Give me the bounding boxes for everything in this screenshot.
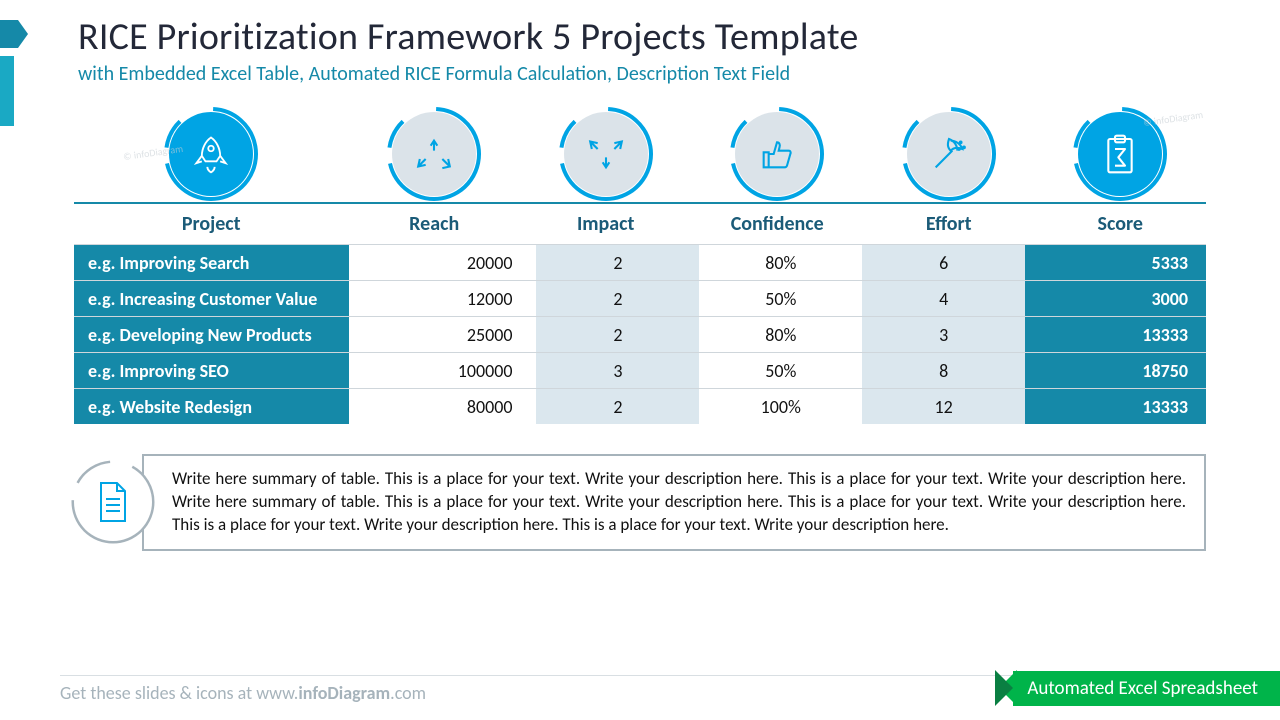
table-row: e.g. Developing New Products25000280%313… (74, 316, 1206, 352)
corner-tab (0, 20, 18, 48)
column-header-score: Score (1034, 212, 1206, 236)
rice-table: © infoDiagram © infoDiagram ProjectReachI… (74, 102, 1206, 424)
thumbs-up-icon (735, 112, 819, 196)
header-separator (74, 202, 1206, 204)
impact-cell: 2 (536, 317, 699, 352)
column-icon-project: © infoDiagram (74, 102, 348, 202)
pickaxe-icon (907, 112, 991, 196)
impact-cell: 2 (536, 281, 699, 316)
reach-cell: 12000 (350, 281, 537, 316)
column-icon-score: © infoDiagram (1034, 102, 1206, 202)
footer-prefix: Get these slides & icons at www. (60, 682, 298, 704)
table-row: e.g. Increasing Customer Value12000250%4… (74, 280, 1206, 316)
confidence-cell: 80% (699, 317, 862, 352)
confidence-cell: 50% (699, 353, 862, 388)
reach-cell: 80000 (350, 389, 537, 424)
reach-cell: 20000 (350, 245, 537, 280)
score-cell: 18750 (1025, 353, 1206, 388)
impact-cell: 3 (536, 353, 699, 388)
column-header-impact: Impact (520, 212, 692, 236)
column-icons-row: © infoDiagram © infoDiagram (74, 102, 1206, 202)
project-cell: e.g. Website Redesign (74, 389, 350, 424)
column-header-confidence: Confidence (691, 212, 863, 236)
column-icon-effort (863, 102, 1035, 202)
effort-cell: 6 (862, 245, 1025, 280)
ribbon-badge: Automated Excel Spreadsheet (981, 670, 1280, 706)
column-icon-impact (520, 102, 692, 202)
confidence-cell: 50% (699, 281, 862, 316)
project-cell: e.g. Improving SEO (74, 353, 350, 388)
footer-suffix: .com (390, 682, 426, 704)
score-cell: 13333 (1025, 389, 1206, 424)
data-rows: e.g. Improving Search20000280%65333e.g. … (74, 244, 1206, 424)
impact-cell: 2 (536, 389, 699, 424)
page-title: RICE Prioritization Framework 5 Projects… (78, 14, 1220, 60)
arrows-out-icon (392, 112, 476, 196)
score-cell: 5333 (1025, 245, 1206, 280)
impact-cell: 2 (536, 245, 699, 280)
ribbon-label: Automated Excel Spreadsheet (1013, 671, 1280, 706)
reach-cell: 25000 (350, 317, 537, 352)
column-header-effort: Effort (863, 212, 1035, 236)
accent-bar (0, 56, 14, 126)
table-row: e.g. Improving Search20000280%65333 (74, 244, 1206, 280)
score-cell: 3000 (1025, 281, 1206, 316)
effort-cell: 8 (862, 353, 1025, 388)
column-header-project: Project (74, 212, 348, 236)
description-icon-wrap (70, 459, 156, 545)
project-cell: e.g. Developing New Products (74, 317, 350, 352)
rocket-icon (169, 112, 253, 196)
footer-brand: infoDiagram (298, 682, 390, 704)
table-row: e.g. Website Redesign800002100%1213333 (74, 388, 1206, 424)
confidence-cell: 100% (699, 389, 862, 424)
project-cell: e.g. Improving Search (74, 245, 350, 280)
table-row: e.g. Improving SEO100000350%818750 (74, 352, 1206, 388)
effort-cell: 12 (862, 389, 1025, 424)
page-subtitle: with Embedded Excel Table, Automated RIC… (78, 62, 1220, 86)
document-icon (74, 463, 152, 541)
column-icon-confidence (691, 102, 863, 202)
clipboard-sigma-icon (1078, 112, 1162, 196)
project-cell: e.g. Increasing Customer Value (74, 281, 350, 316)
effort-cell: 4 (862, 281, 1025, 316)
column-headers-row: ProjectReachImpactConfidenceEffortScore (74, 202, 1206, 244)
header: RICE Prioritization Framework 5 Projects… (0, 0, 1280, 92)
description-section: Write here summary of table. This is a p… (74, 454, 1206, 551)
column-header-reach: Reach (348, 212, 520, 236)
footer-text: Get these slides & icons at www.infoDiag… (60, 682, 426, 704)
ribbon-arrow (995, 670, 1013, 706)
column-icon-reach (348, 102, 520, 202)
score-cell: 13333 (1025, 317, 1206, 352)
arrows-in-icon (564, 112, 648, 196)
description-text: Write here summary of table. This is a p… (142, 454, 1206, 551)
confidence-cell: 80% (699, 245, 862, 280)
reach-cell: 100000 (350, 353, 537, 388)
effort-cell: 3 (862, 317, 1025, 352)
